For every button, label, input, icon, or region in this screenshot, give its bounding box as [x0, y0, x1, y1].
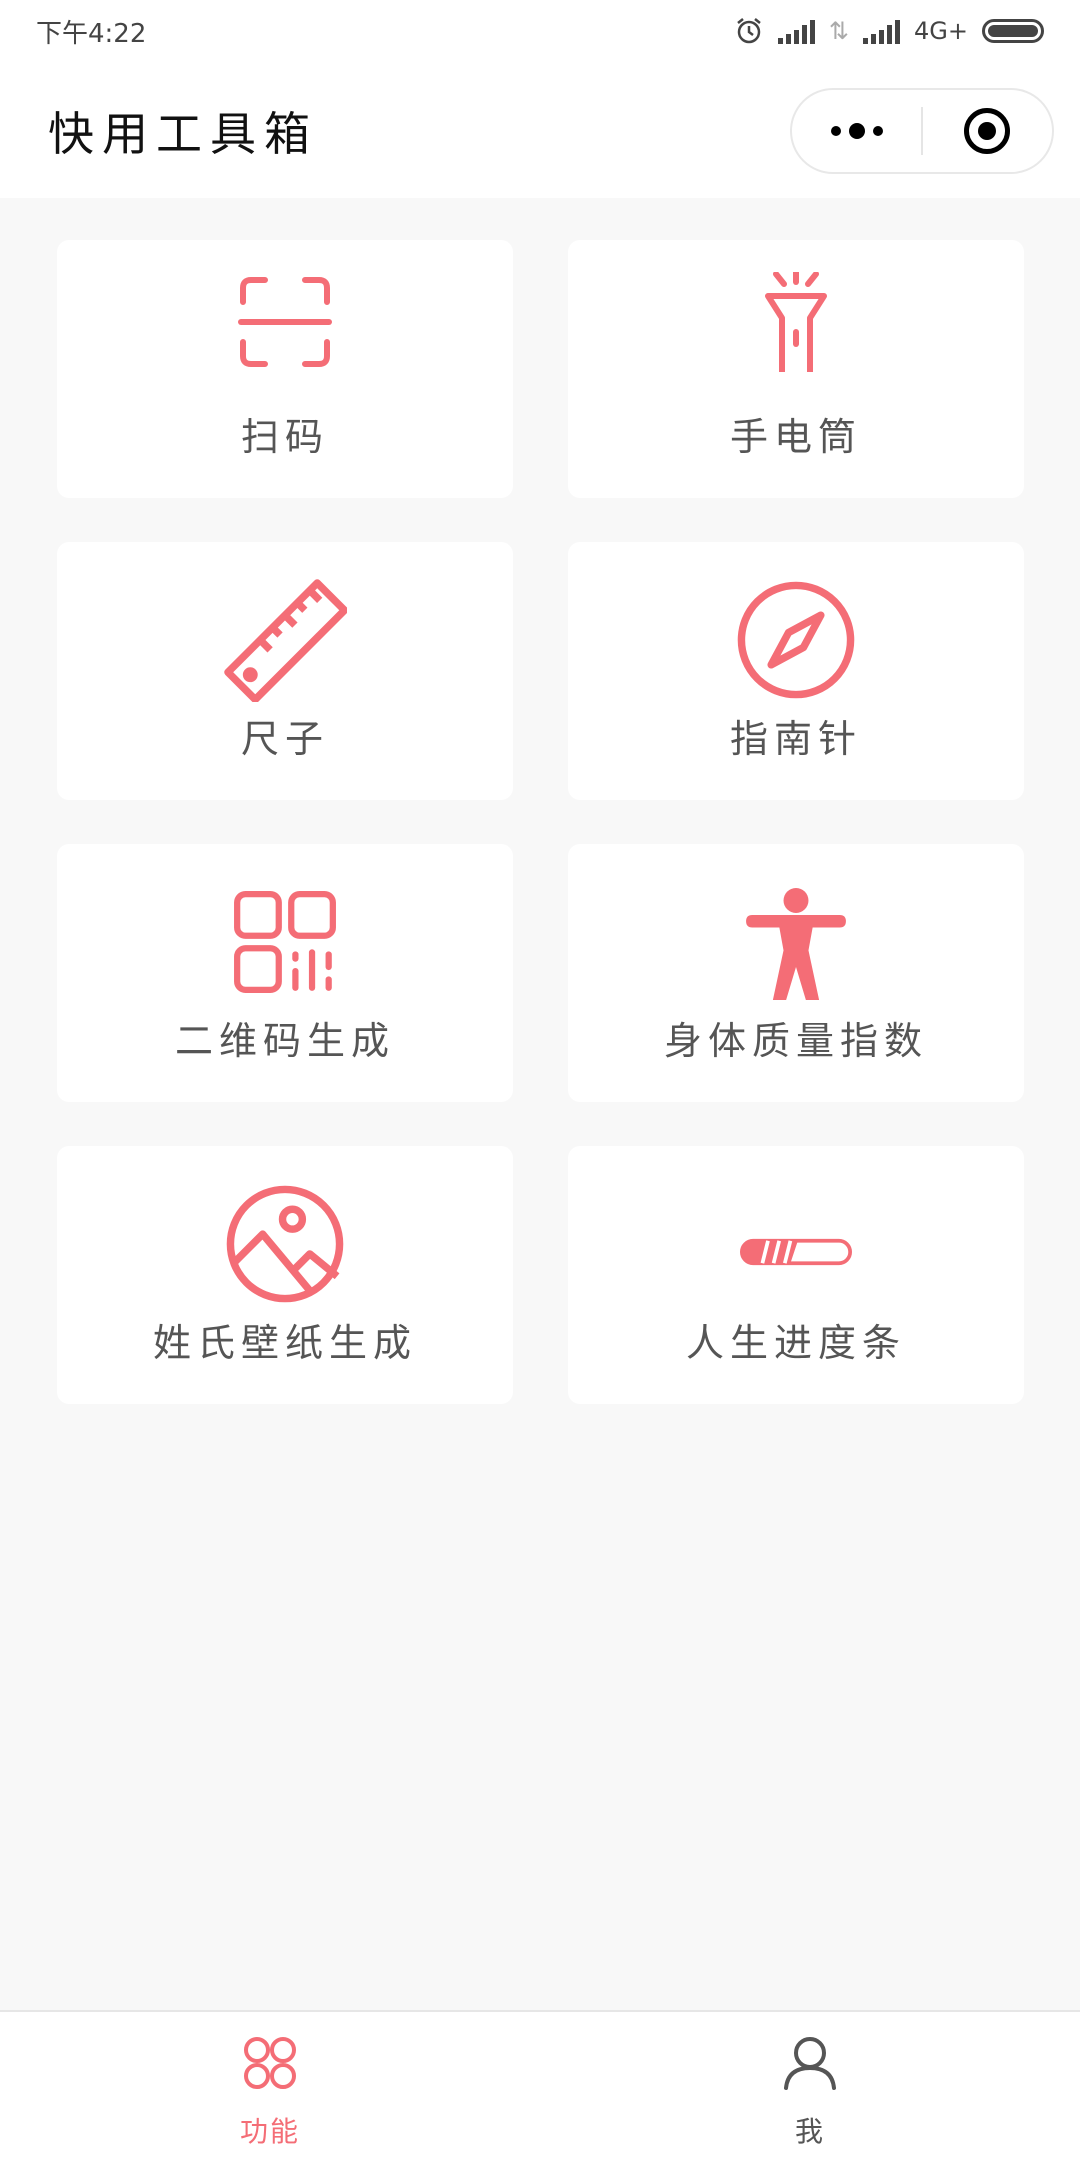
- network-type: 4G+: [914, 17, 968, 45]
- status-bar: 下午4:22 ⇅ 4G+: [0, 0, 1080, 62]
- user-icon: [784, 2037, 836, 2090]
- more-button[interactable]: [792, 90, 921, 172]
- close-button[interactable]: [923, 90, 1052, 172]
- tool-label: 二维码生成: [174, 1019, 395, 1063]
- tool-card-bmi[interactable]: 身体质量指数: [568, 844, 1024, 1102]
- target-icon: [964, 108, 1011, 154]
- tool-label: 姓氏壁纸生成: [152, 1321, 417, 1365]
- tool-label: 手电筒: [729, 415, 862, 459]
- signal-icon: [863, 18, 901, 44]
- tool-label: 指南针: [729, 717, 862, 761]
- status-icons: ⇅ 4G+: [734, 16, 1044, 46]
- qrcode-icon: [234, 891, 336, 993]
- more-dots-icon: [830, 123, 883, 139]
- tab-label: 功能: [239, 2115, 300, 2148]
- tool-label: 身体质量指数: [663, 1019, 928, 1063]
- tool-card-life-progress[interactable]: 人生进度条: [568, 1146, 1024, 1404]
- ruler-icon: [224, 579, 347, 702]
- grid-icon: [244, 2037, 296, 2089]
- status-time: 下午4:22: [36, 18, 147, 49]
- tool-card-scan[interactable]: 扫码: [57, 240, 513, 498]
- tab-me[interactable]: 我: [540, 2012, 1080, 2160]
- tool-card-qrcode[interactable]: 二维码生成: [57, 844, 513, 1102]
- signal-icon: [777, 18, 815, 44]
- tab-bar: 功能 我: [0, 2010, 1080, 2160]
- scan-icon: [238, 277, 332, 367]
- page-title: 快用工具箱: [48, 107, 318, 161]
- tool-card-flashlight[interactable]: 手电筒: [568, 240, 1024, 498]
- data-arrows-icon: ⇅: [828, 17, 849, 45]
- tool-label: 尺子: [240, 717, 329, 761]
- tool-card-wallpaper[interactable]: 姓氏壁纸生成: [57, 1146, 513, 1404]
- tool-card-compass[interactable]: 指南针: [568, 542, 1024, 800]
- tab-label: 我: [794, 2115, 825, 2148]
- alarm-icon: [737, 18, 761, 44]
- tab-features[interactable]: 功能: [0, 2012, 540, 2160]
- compass-icon: [737, 581, 855, 699]
- tool-card-ruler[interactable]: 尺子: [57, 542, 513, 800]
- battery-icon: [982, 19, 1044, 43]
- flashlight-icon: [765, 272, 827, 372]
- progress-bar-icon: [740, 1238, 852, 1266]
- image-icon: [226, 1185, 344, 1303]
- tool-label: 人生进度条: [685, 1321, 906, 1365]
- tool-label: 扫码: [240, 415, 329, 459]
- mini-program-capsule: [790, 88, 1054, 174]
- body-icon: [746, 888, 846, 1000]
- navigation-bar: 快用工具箱: [0, 62, 1080, 198]
